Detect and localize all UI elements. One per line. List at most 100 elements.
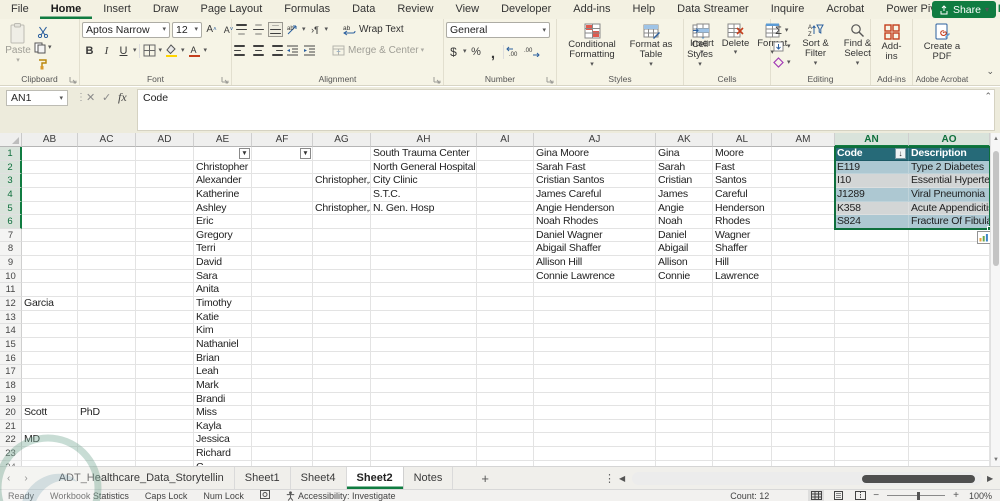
row-header-3[interactable]: 3 xyxy=(0,174,22,188)
cell-AB9[interactable] xyxy=(22,256,78,270)
cell-AB12[interactable]: Garcia xyxy=(22,297,78,311)
cell-AO9[interactable] xyxy=(909,256,990,270)
cell-AJ8[interactable]: Abigail Shaffer xyxy=(534,242,656,257)
increase-indent-button[interactable] xyxy=(302,43,317,58)
cell-AC20[interactable]: PhD xyxy=(78,406,136,420)
cell-AC13[interactable] xyxy=(78,310,136,325)
cell-AH22[interactable] xyxy=(371,433,477,448)
cell-AE10[interactable]: Sara xyxy=(194,269,252,284)
cell-AG16[interactable] xyxy=(313,351,371,366)
cell-AH8[interactable] xyxy=(371,242,477,257)
cell-AC11[interactable] xyxy=(78,283,136,298)
column-header-AF[interactable]: AF xyxy=(252,133,313,147)
align-left-button[interactable] xyxy=(234,43,249,58)
cell-AL9[interactable]: Hill xyxy=(713,256,772,270)
cell-AD15[interactable] xyxy=(136,337,194,352)
cell-AL10[interactable]: Lawrence xyxy=(713,269,772,284)
merge-center-button[interactable] xyxy=(331,43,346,58)
cell-AN9[interactable] xyxy=(835,256,909,270)
cell-AM22[interactable] xyxy=(772,433,835,448)
font-color-button[interactable]: A xyxy=(187,43,202,58)
cell-AL5[interactable]: Henderson xyxy=(713,201,772,216)
cell-AE2[interactable]: Christopher xyxy=(194,160,252,175)
cell-AM19[interactable] xyxy=(772,392,835,407)
cell-AO12[interactable] xyxy=(909,297,990,311)
create-pdf-button[interactable]: Create a PDF xyxy=(918,21,966,65)
cell-AM8[interactable] xyxy=(772,242,835,257)
row-header-9[interactable]: 9 xyxy=(0,256,22,270)
cell-AJ2[interactable]: Sarah Fast xyxy=(534,160,656,175)
cell-AN12[interactable] xyxy=(835,297,909,311)
sheet-nav-right-icon[interactable]: › xyxy=(17,473,34,484)
cell-AG17[interactable] xyxy=(313,365,371,379)
cell-AJ4[interactable]: James Careful xyxy=(534,187,656,202)
autosum-button[interactable]: Σ ▾ xyxy=(773,23,791,38)
cell-AL7[interactable]: Wagner xyxy=(713,228,772,243)
cell-AF13[interactable] xyxy=(252,310,313,325)
merge-center-label[interactable]: Merge & Center xyxy=(348,45,419,56)
cell-AK5[interactable]: Angie xyxy=(656,201,713,216)
cell-AH7[interactable] xyxy=(371,228,477,243)
cell-AK12[interactable] xyxy=(656,297,713,311)
cell-AE23[interactable]: Richard xyxy=(194,447,252,461)
column-header-AI[interactable]: AI xyxy=(477,133,534,147)
cell-AO13[interactable] xyxy=(909,310,990,325)
ribbon-collapse-icon[interactable]: ⌄ xyxy=(986,66,994,77)
cell-AD4[interactable] xyxy=(136,187,194,202)
cell-AG10[interactable] xyxy=(313,269,371,284)
cell-AM4[interactable] xyxy=(772,187,835,202)
cell-AD18[interactable] xyxy=(136,378,194,393)
cell-AH11[interactable] xyxy=(371,283,477,298)
increase-decimal-button[interactable]: .00 xyxy=(505,44,522,59)
cell-AL11[interactable] xyxy=(713,283,772,298)
cell-AN22[interactable] xyxy=(835,433,909,448)
decrease-decimal-button[interactable]: .00 xyxy=(524,44,540,59)
cell-AN18[interactable] xyxy=(835,378,909,393)
cell-AI11[interactable] xyxy=(477,283,534,298)
cell-AO8[interactable] xyxy=(909,242,990,257)
cell-AN15[interactable] xyxy=(835,337,909,352)
row-header-12[interactable]: 12 xyxy=(0,297,22,311)
cell-AO18[interactable] xyxy=(909,378,990,393)
cell-AL23[interactable] xyxy=(713,447,772,461)
cell-AJ1[interactable]: Gina Moore xyxy=(534,147,656,161)
cell-AO17[interactable] xyxy=(909,365,990,379)
cell-AO22[interactable] xyxy=(909,433,990,448)
cell-AI22[interactable] xyxy=(477,433,534,448)
cell-AO23[interactable] xyxy=(909,447,990,461)
font-dialog-launcher[interactable] xyxy=(221,76,229,84)
row-header-15[interactable]: 15 xyxy=(0,337,22,352)
formula-input[interactable]: Code xyxy=(137,89,995,131)
cell-AL19[interactable] xyxy=(713,392,772,407)
cell-AB4[interactable] xyxy=(22,187,78,202)
cell-AG23[interactable] xyxy=(313,447,371,461)
cell-AL21[interactable] xyxy=(713,419,772,434)
cell-AC1[interactable] xyxy=(78,147,136,161)
cell-AK11[interactable] xyxy=(656,283,713,298)
ribbon-tab-acrobat[interactable]: Acrobat xyxy=(815,0,875,19)
wrap-text-label[interactable]: Wrap Text xyxy=(359,24,404,35)
cell-AF10[interactable] xyxy=(252,269,313,284)
cell-AH18[interactable] xyxy=(371,378,477,393)
row-header-16[interactable]: 16 xyxy=(0,351,22,366)
cell-AG6[interactable] xyxy=(313,215,371,229)
cell-AJ10[interactable]: Connie Lawrence xyxy=(534,269,656,284)
column-header-AO[interactable]: AO xyxy=(909,133,990,147)
cell-AH21[interactable] xyxy=(371,419,477,434)
cell-AM1[interactable] xyxy=(772,147,835,161)
ribbon-tab-file[interactable]: File xyxy=(0,0,40,19)
cell-AC3[interactable] xyxy=(78,174,136,188)
cell-AC2[interactable] xyxy=(78,160,136,175)
cell-AM14[interactable] xyxy=(772,324,835,338)
cell-AJ13[interactable] xyxy=(534,310,656,325)
cell-AB16[interactable] xyxy=(22,351,78,366)
cell-AD9[interactable] xyxy=(136,256,194,270)
cell-AF23[interactable] xyxy=(252,447,313,461)
cell-AI9[interactable] xyxy=(477,256,534,270)
font-name-combo[interactable]: Aptos Narrow ▾ xyxy=(82,21,170,38)
cell-AJ20[interactable] xyxy=(534,406,656,420)
italic-button[interactable]: I xyxy=(99,43,114,58)
cell-AL20[interactable] xyxy=(713,406,772,420)
cell-AG3[interactable]: Christopher,A xyxy=(313,174,371,188)
cell-AH12[interactable] xyxy=(371,297,477,311)
